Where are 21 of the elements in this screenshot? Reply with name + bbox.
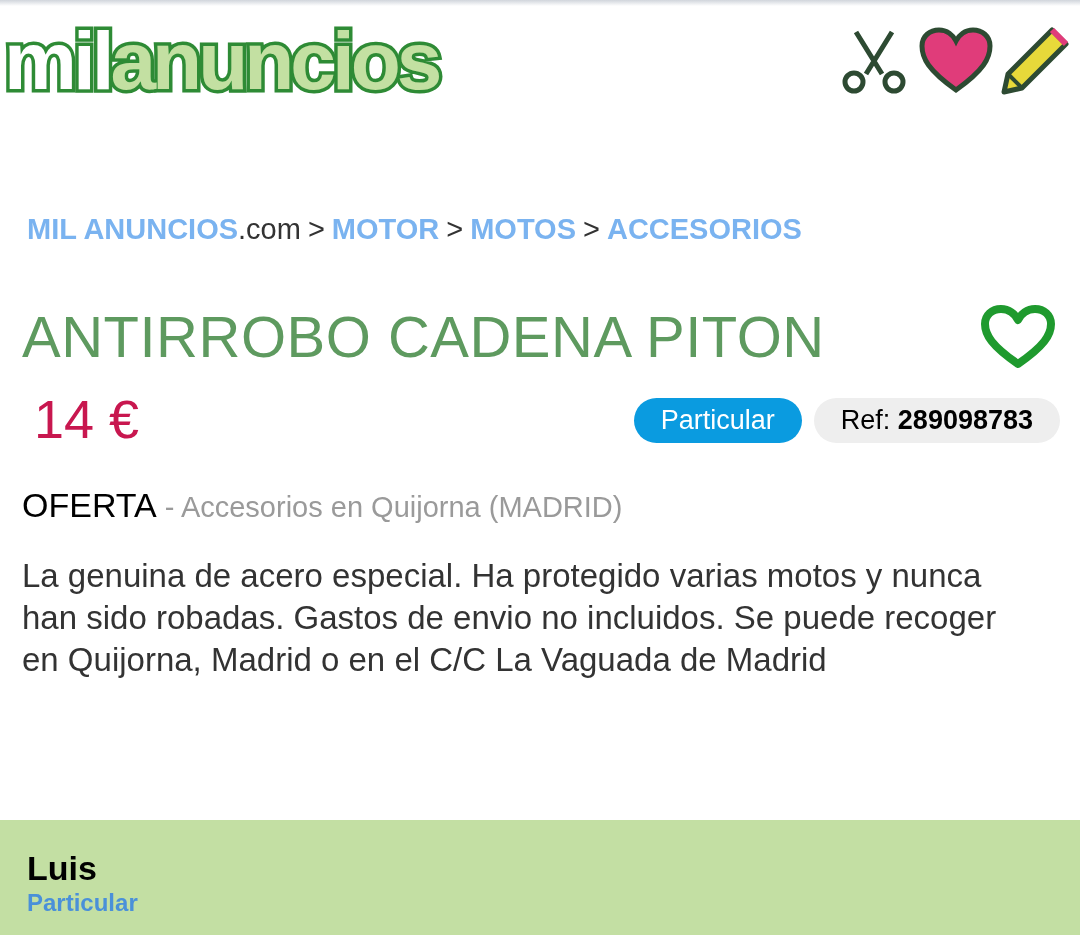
location-text: - Accesorios en Quijorna (MADRID) — [164, 489, 623, 525]
seller-type: Particular — [27, 888, 139, 918]
domain-suffix: .com — [238, 212, 301, 247]
breadcrumb-link[interactable]: MIL ANUNCIOS — [27, 208, 239, 252]
reference-badge: Ref: 289098783 — [813, 398, 1060, 443]
breadcrumb-link[interactable]: MOTOR — [331, 208, 440, 252]
seller-name: Luis — [27, 848, 98, 888]
breadcrumb-separator: > — [307, 212, 325, 247]
heart-icon — [980, 303, 1056, 370]
heart-icon[interactable] — [918, 26, 994, 96]
breadcrumb-separator: > — [583, 212, 600, 247]
breadcrumb-link[interactable]: MOTOS — [470, 208, 576, 252]
breadcrumb-separator: > — [446, 212, 464, 247]
pencil-icon[interactable] — [1000, 26, 1070, 96]
price: 14 € — [34, 391, 140, 446]
ad-description: La genuina de acero especial. Ha protegido varias motos y nunca han sido robadas. Gastos de envio no incluidos. Se puede recoger en Quijorna, Madrid o en el C/C La Vaguada de Madrid — [21, 555, 998, 680]
offer-type: OFERTA — [22, 484, 157, 526]
breadcrumb-link[interactable]: ACCESORIOS — [606, 208, 802, 252]
ad-title: ANTIRROBO CADENA PITON — [22, 307, 825, 366]
logo[interactable]: milanuncios — [4, 20, 439, 102]
seller-type-badge: Particular — [633, 398, 802, 443]
